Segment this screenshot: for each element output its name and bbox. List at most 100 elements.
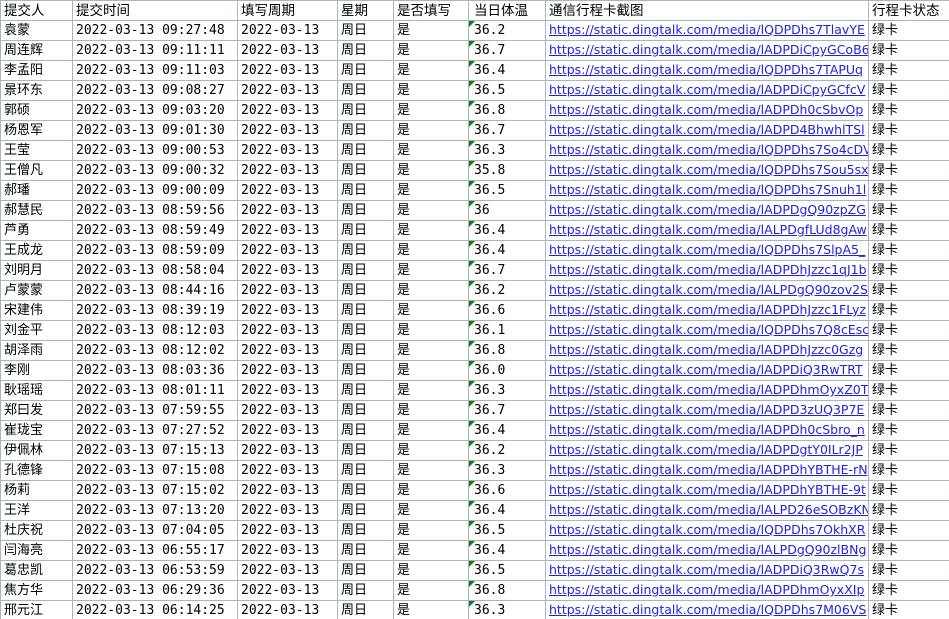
cell-time[interactable]: 2022-03-13 07:27:52: [72, 420, 238, 441]
itinerary-card-link[interactable]: https://static.dingtalk.com/media/lADPD3…: [549, 402, 864, 417]
cell-period[interactable]: 2022-03-13: [237, 600, 338, 619]
header-status[interactable]: 行程卡状态: [868, 0, 949, 21]
cell-temp[interactable]: 36.3: [468, 600, 546, 619]
cell-url[interactable]: https://static.dingtalk.com/media/lADPDi…: [545, 360, 869, 381]
cell-period[interactable]: 2022-03-13: [237, 40, 338, 61]
header-period[interactable]: 填写周期: [237, 0, 338, 21]
cell-name[interactable]: 李孟阳: [0, 60, 73, 81]
itinerary-card-link[interactable]: https://static.dingtalk.com/media/lADPDh…: [549, 342, 863, 357]
cell-time[interactable]: 2022-03-13 09:03:20: [72, 100, 238, 121]
cell-weekday[interactable]: 周日: [337, 40, 394, 61]
itinerary-card-link[interactable]: https://static.dingtalk.com/media/lADPDi…: [549, 42, 868, 57]
cell-weekday[interactable]: 周日: [337, 460, 394, 481]
cell-time[interactable]: 2022-03-13 09:00:53: [72, 140, 238, 161]
cell-name[interactable]: 景环东: [0, 80, 73, 101]
cell-name[interactable]: 伊佩林: [0, 440, 73, 461]
cell-url[interactable]: https://static.dingtalk.com/media/lADPDg…: [545, 200, 869, 221]
cell-weekday[interactable]: 周日: [337, 520, 394, 541]
cell-time[interactable]: 2022-03-13 08:59:49: [72, 220, 238, 241]
cell-time[interactable]: 2022-03-13 09:11:03: [72, 60, 238, 81]
cell-status[interactable]: 绿卡: [868, 380, 949, 401]
cell-filled[interactable]: 是: [393, 300, 469, 321]
itinerary-card-link[interactable]: https://static.dingtalk.com/media/lADPD4…: [549, 122, 865, 137]
cell-temp[interactable]: 36.2: [468, 280, 546, 301]
cell-time[interactable]: 2022-03-13 08:44:16: [72, 280, 238, 301]
cell-status[interactable]: 绿卡: [868, 340, 949, 361]
cell-weekday[interactable]: 周日: [337, 420, 394, 441]
cell-period[interactable]: 2022-03-13: [237, 140, 338, 161]
cell-url[interactable]: https://static.dingtalk.com/media/lQDPDh…: [545, 180, 869, 201]
cell-status[interactable]: 绿卡: [868, 100, 949, 121]
cell-period[interactable]: 2022-03-13: [237, 320, 338, 341]
cell-period[interactable]: 2022-03-13: [237, 580, 338, 601]
cell-name[interactable]: 周连辉: [0, 40, 73, 61]
cell-period[interactable]: 2022-03-13: [237, 500, 338, 521]
cell-url[interactable]: https://static.dingtalk.com/media/lQDPDh…: [545, 240, 869, 261]
cell-url[interactable]: https://static.dingtalk.com/media/lADPDi…: [545, 40, 869, 61]
cell-weekday[interactable]: 周日: [337, 360, 394, 381]
cell-url[interactable]: https://static.dingtalk.com/media/lADPD4…: [545, 120, 869, 141]
cell-temp[interactable]: 36.5: [468, 180, 546, 201]
cell-weekday[interactable]: 周日: [337, 300, 394, 321]
itinerary-card-link[interactable]: https://static.dingtalk.com/media/lALPDg…: [549, 542, 866, 557]
cell-weekday[interactable]: 周日: [337, 560, 394, 581]
cell-url[interactable]: https://static.dingtalk.com/media/lADPDh…: [545, 480, 869, 501]
cell-url[interactable]: https://static.dingtalk.com/media/lADPD3…: [545, 400, 869, 421]
cell-period[interactable]: 2022-03-13: [237, 300, 338, 321]
cell-status[interactable]: 绿卡: [868, 580, 949, 601]
cell-filled[interactable]: 是: [393, 520, 469, 541]
cell-weekday[interactable]: 周日: [337, 440, 394, 461]
cell-time[interactable]: 2022-03-13 06:53:59: [72, 560, 238, 581]
cell-name[interactable]: 王僧凡: [0, 160, 73, 181]
cell-time[interactable]: 2022-03-13 08:39:19: [72, 300, 238, 321]
cell-filled[interactable]: 是: [393, 180, 469, 201]
cell-name[interactable]: 刘明月: [0, 260, 73, 281]
cell-name[interactable]: 郭硕: [0, 100, 73, 121]
cell-temp[interactable]: 36.4: [468, 500, 546, 521]
cell-weekday[interactable]: 周日: [337, 340, 394, 361]
cell-period[interactable]: 2022-03-13: [237, 120, 338, 141]
cell-filled[interactable]: 是: [393, 20, 469, 41]
cell-temp[interactable]: 36.7: [468, 260, 546, 281]
cell-status[interactable]: 绿卡: [868, 460, 949, 481]
cell-filled[interactable]: 是: [393, 260, 469, 281]
cell-time[interactable]: 2022-03-13 08:03:36: [72, 360, 238, 381]
cell-name[interactable]: 耿瑶瑶: [0, 380, 73, 401]
cell-temp[interactable]: 36.3: [468, 380, 546, 401]
cell-name[interactable]: 邢元江: [0, 600, 73, 619]
cell-filled[interactable]: 是: [393, 80, 469, 101]
cell-weekday[interactable]: 周日: [337, 80, 394, 101]
cell-period[interactable]: 2022-03-13: [237, 60, 338, 81]
cell-status[interactable]: 绿卡: [868, 440, 949, 461]
cell-filled[interactable]: 是: [393, 360, 469, 381]
cell-period[interactable]: 2022-03-13: [237, 20, 338, 41]
cell-temp[interactable]: 36.8: [468, 580, 546, 601]
cell-name[interactable]: 焦方华: [0, 580, 73, 601]
cell-status[interactable]: 绿卡: [868, 600, 949, 619]
cell-temp[interactable]: 36: [468, 200, 546, 221]
cell-time[interactable]: 2022-03-13 08:59:09: [72, 240, 238, 261]
cell-url[interactable]: https://static.dingtalk.com/media/lADPDh…: [545, 260, 869, 281]
cell-name[interactable]: 王莹: [0, 140, 73, 161]
cell-time[interactable]: 2022-03-13 08:59:56: [72, 200, 238, 221]
itinerary-card-link[interactable]: https://static.dingtalk.com/media/lADPDh…: [549, 462, 868, 477]
cell-period[interactable]: 2022-03-13: [237, 380, 338, 401]
cell-filled[interactable]: 是: [393, 40, 469, 61]
cell-temp[interactable]: 36.8: [468, 340, 546, 361]
cell-url[interactable]: https://static.dingtalk.com/media/lADPDh…: [545, 420, 869, 441]
cell-temp[interactable]: 36.7: [468, 400, 546, 421]
cell-time[interactable]: 2022-03-13 08:01:11: [72, 380, 238, 401]
cell-period[interactable]: 2022-03-13: [237, 540, 338, 561]
cell-url[interactable]: https://static.dingtalk.com/media/lADPDh…: [545, 340, 869, 361]
cell-url[interactable]: https://static.dingtalk.com/media/lALPDg…: [545, 280, 869, 301]
cell-weekday[interactable]: 周日: [337, 380, 394, 401]
itinerary-card-link[interactable]: https://static.dingtalk.com/media/lQDPDh…: [549, 142, 868, 157]
cell-filled[interactable]: 是: [393, 380, 469, 401]
cell-status[interactable]: 绿卡: [868, 320, 949, 341]
cell-time[interactable]: 2022-03-13 08:12:02: [72, 340, 238, 361]
cell-temp[interactable]: 36.6: [468, 300, 546, 321]
cell-time[interactable]: 2022-03-13 09:08:27: [72, 80, 238, 101]
cell-status[interactable]: 绿卡: [868, 180, 949, 201]
cell-temp[interactable]: 36.4: [468, 540, 546, 561]
cell-status[interactable]: 绿卡: [868, 220, 949, 241]
